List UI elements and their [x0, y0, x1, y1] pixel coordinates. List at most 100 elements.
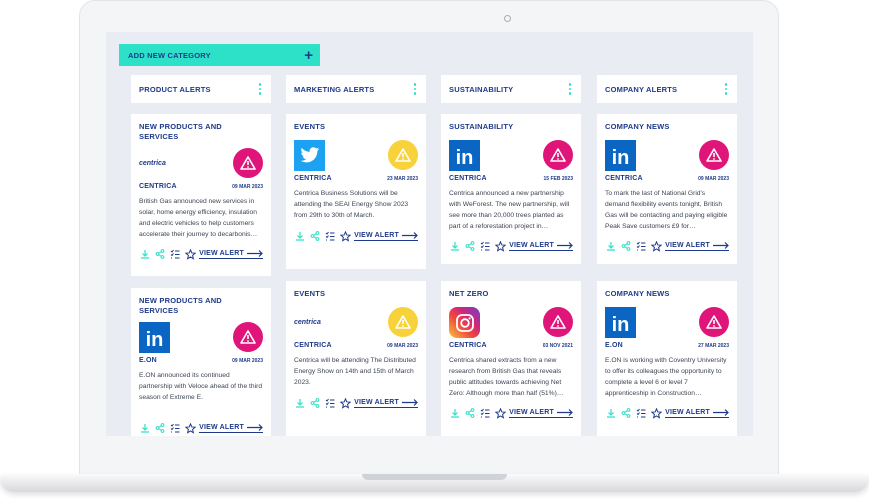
card-category: NEW PRODUCTS AND SERVICES	[139, 296, 222, 315]
alert-card[interactable]: EVENTS CENTRICA 23 MAR 2023 Centrica Bus…	[286, 114, 426, 269]
star-icon[interactable]	[494, 407, 506, 419]
card-category: NET ZERO	[449, 289, 489, 298]
share-icon[interactable]	[309, 397, 321, 409]
download-icon[interactable]	[605, 240, 617, 252]
view-alert-link[interactable]: VIEW ALERT	[509, 409, 573, 418]
warning-icon	[233, 322, 263, 352]
warning-icon	[543, 140, 573, 170]
centrica-logo: centrica	[139, 160, 166, 167]
warning-icon	[699, 140, 729, 170]
download-icon[interactable]	[449, 240, 461, 252]
source-name: CENTRICA	[139, 183, 177, 190]
download-icon[interactable]	[294, 230, 306, 242]
arrow-right-icon	[713, 241, 729, 249]
alert-date: 09 MAR 2023	[698, 176, 729, 182]
linkedin-logo: in	[605, 140, 636, 171]
alert-card[interactable]: EVENTS centrica CENTRICA 09 MAR 2023 Cen…	[286, 281, 426, 436]
alert-card[interactable]: COMPANY NEWS in E.ON 27 MAR 2023 E.ON is…	[597, 281, 737, 436]
view-alert-link[interactable]: VIEW ALERT	[665, 242, 729, 251]
view-alert-label: VIEW ALERT	[354, 231, 399, 239]
source-name: CENTRICA	[449, 175, 487, 182]
view-alert-link[interactable]: VIEW ALERT	[509, 242, 573, 251]
add-new-category-button[interactable]: ADD NEW CATEGORY +	[119, 44, 320, 66]
linkedin-logo: in	[139, 322, 170, 353]
alert-snippet: E.ON is working with Coventry University…	[605, 357, 727, 397]
view-alert-label: VIEW ALERT	[509, 408, 554, 416]
view-alert-link[interactable]: VIEW ALERT	[354, 232, 418, 241]
view-alert-label: VIEW ALERT	[199, 249, 244, 257]
view-alert-link[interactable]: VIEW ALERT	[199, 424, 263, 433]
checklist-icon[interactable]	[169, 422, 181, 434]
download-icon[interactable]	[605, 407, 617, 419]
share-icon[interactable]	[464, 240, 476, 252]
source-name: CENTRICA	[449, 342, 487, 349]
star-icon[interactable]	[184, 248, 196, 260]
star-icon[interactable]	[184, 422, 196, 434]
arrow-right-icon	[247, 249, 263, 257]
checklist-icon[interactable]	[635, 240, 647, 252]
share-icon[interactable]	[620, 407, 632, 419]
card-category: SUSTAINABILITY	[449, 122, 514, 131]
add-new-category-label: ADD NEW CATEGORY	[128, 50, 211, 60]
arrow-right-icon	[557, 241, 573, 249]
share-icon[interactable]	[620, 240, 632, 252]
checklist-icon[interactable]	[324, 230, 336, 242]
more-options-icon[interactable]	[412, 81, 419, 97]
plus-icon: +	[304, 46, 313, 64]
view-alert-label: VIEW ALERT	[665, 408, 710, 416]
star-icon[interactable]	[339, 230, 351, 242]
camera-dot	[504, 15, 511, 22]
card-category: COMPANY NEWS	[605, 289, 670, 298]
warning-icon	[388, 140, 418, 170]
alert-snippet: Centrica Business Solutions will be atte…	[294, 190, 409, 219]
checklist-icon[interactable]	[479, 240, 491, 252]
alert-card[interactable]: NEW PRODUCTS AND SERVICES in E.ON 09 MAR…	[131, 288, 271, 436]
arrow-right-icon	[402, 398, 418, 406]
alert-date: 09 MAR 2023	[232, 358, 263, 364]
linkedin-logo: in	[449, 140, 480, 171]
alert-date: 27 MAR 2023	[698, 343, 729, 349]
checklist-icon[interactable]	[324, 397, 336, 409]
share-icon[interactable]	[309, 230, 321, 242]
view-alert-link[interactable]: VIEW ALERT	[665, 409, 729, 418]
source-name: CENTRICA	[294, 342, 332, 349]
share-icon[interactable]	[464, 407, 476, 419]
laptop-notch	[362, 474, 507, 480]
column-title: SUSTAINABILITY	[449, 84, 514, 94]
warning-icon	[543, 307, 573, 337]
star-icon[interactable]	[494, 240, 506, 252]
star-icon[interactable]	[339, 397, 351, 409]
instagram-logo	[449, 307, 480, 338]
linkedin-logo: in	[605, 307, 636, 338]
share-icon[interactable]	[154, 422, 166, 434]
more-options-icon[interactable]	[723, 81, 730, 97]
alert-snippet: Centrica shared extracts from a new rese…	[449, 357, 564, 397]
download-icon[interactable]	[139, 422, 151, 434]
view-alert-link[interactable]: VIEW ALERT	[199, 250, 263, 259]
alert-snippet: To mark the last of National Grid's dema…	[605, 190, 728, 230]
source-name: E.ON	[605, 342, 623, 349]
alert-snippet: British Gas announced new services in so…	[139, 198, 258, 238]
more-options-icon[interactable]	[257, 81, 264, 97]
laptop-frame: ADD NEW CATEGORY + PRODUCT ALERTS MARKET…	[0, 0, 869, 501]
star-icon[interactable]	[650, 407, 662, 419]
checklist-icon[interactable]	[479, 407, 491, 419]
more-options-icon[interactable]	[567, 81, 574, 97]
alert-card[interactable]: NEW PRODUCTS AND SERVICES centrica CENTR…	[131, 114, 271, 276]
checklist-icon[interactable]	[169, 248, 181, 260]
alert-date: 03 NOV 2021	[542, 343, 573, 349]
checklist-icon[interactable]	[635, 407, 647, 419]
view-alert-link[interactable]: VIEW ALERT	[354, 399, 418, 408]
download-icon[interactable]	[294, 397, 306, 409]
alert-card[interactable]: COMPANY NEWS in CENTRICA 09 MAR 2023 To …	[597, 114, 737, 264]
download-icon[interactable]	[139, 248, 151, 260]
alert-card[interactable]: SUSTAINABILITY in CENTRICA 15 FEB 2023 C…	[441, 114, 581, 264]
share-icon[interactable]	[154, 248, 166, 260]
alert-card[interactable]: NET ZERO CENTRICA 03 NOV 2021 Centrica s…	[441, 281, 581, 436]
star-icon[interactable]	[650, 240, 662, 252]
download-icon[interactable]	[449, 407, 461, 419]
alert-date: 23 MAR 2023	[387, 176, 418, 182]
app-screen: ADD NEW CATEGORY + PRODUCT ALERTS MARKET…	[106, 32, 753, 436]
arrow-right-icon	[247, 423, 263, 431]
alert-date: 15 FEB 2023	[543, 176, 573, 182]
